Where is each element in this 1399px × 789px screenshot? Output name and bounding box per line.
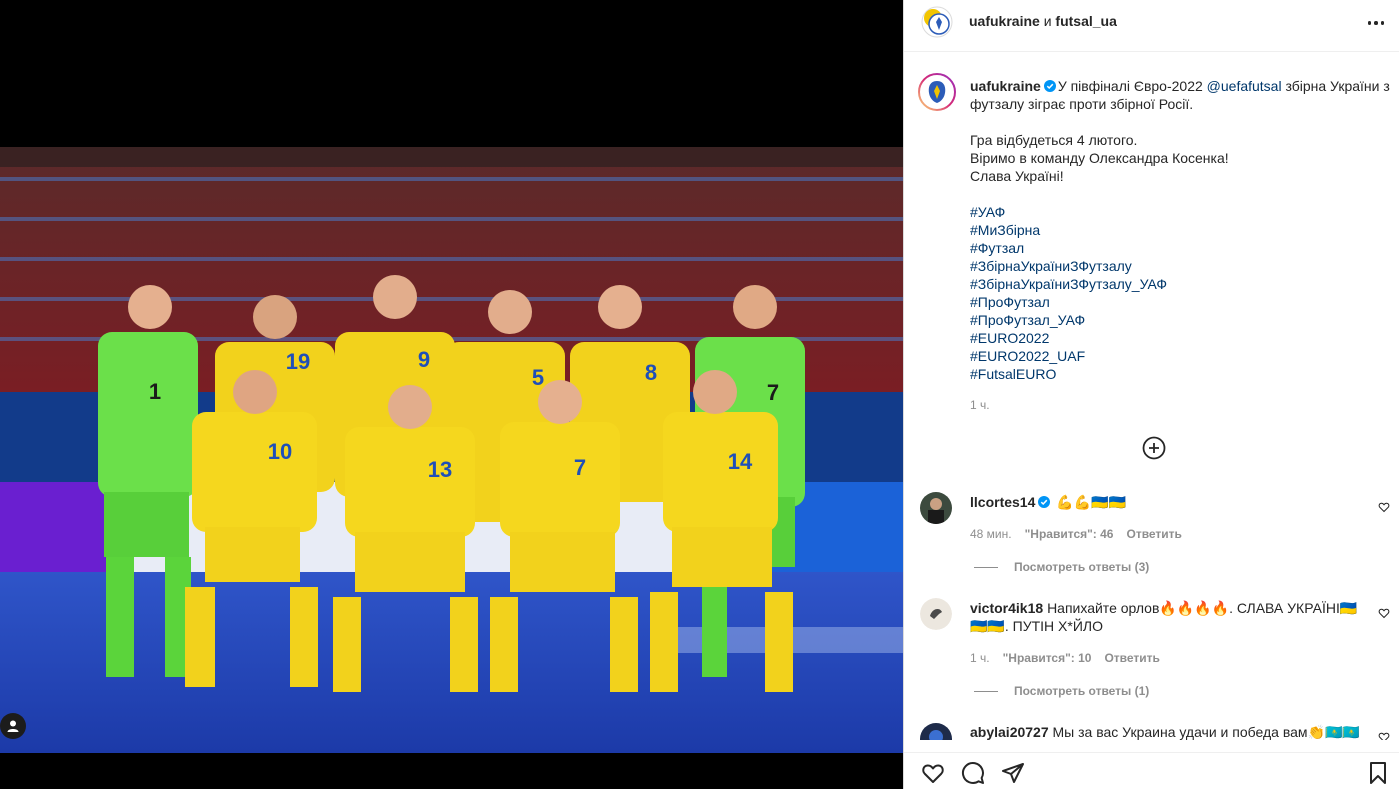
avatar[interactable] [920, 492, 952, 524]
comment-likes[interactable]: "Нравится": 10 [1003, 651, 1092, 665]
comment-text: victor4ik18 Напихайте орлов🔥🔥🔥🔥. СЛАВА У… [970, 599, 1365, 635]
share-paper-plane-icon[interactable] [1001, 761, 1025, 785]
jersey-number: 8 [645, 360, 657, 385]
comment-bubble-icon[interactable] [961, 761, 985, 785]
verified-badge-icon [1043, 80, 1056, 92]
avatar[interactable] [921, 6, 953, 38]
plus-circle-icon [1142, 436, 1166, 460]
save-bookmark-icon[interactable] [1366, 761, 1390, 785]
user-photo-icon [920, 723, 952, 740]
comment-username[interactable]: abylai20727 [970, 724, 1049, 740]
jersey-number: 14 [728, 449, 753, 474]
comment-meta: 1 ч. "Нравится": 10 Ответить [970, 651, 1160, 665]
verified-badge-icon [1038, 496, 1051, 508]
hashtag-link[interactable]: #УАФ [970, 203, 1390, 221]
avatar[interactable] [918, 73, 956, 111]
team-photo-image: 1 19 9 5 8 7 10 13 7 14 [0, 147, 903, 753]
caption-line: Віримо в команду Олександра Косенка! [970, 150, 1229, 166]
post-media: 1 19 9 5 8 7 10 13 7 14 [0, 0, 903, 789]
view-replies-button[interactable]: Посмотреть ответы (3) [974, 560, 1149, 574]
caption-line: Слава Україні! [970, 168, 1064, 184]
view-replies-label: Посмотреть ответы (1) [1014, 684, 1150, 698]
caption-first-paragraph: uafukraine У півфіналі Євро-2022 @uefafut… [970, 77, 1390, 113]
heart-icon[interactable] [1378, 501, 1390, 513]
jersey-number: 7 [767, 380, 779, 405]
hashtag-link[interactable]: #Футзал [970, 239, 1390, 257]
hashtag-link[interactable]: #ПроФутзал [970, 293, 1390, 311]
jersey-number: 19 [286, 349, 310, 374]
user-photo-icon [920, 598, 952, 630]
post-actions-bar [904, 752, 1399, 789]
comment-body: 💪💪🇺🇦🇺🇦 [1056, 494, 1126, 510]
hashtag-link[interactable]: #МиЗбірна [970, 221, 1390, 239]
post-panel: uafukraine и futsal_ua uafukraine У півф… [903, 0, 1399, 789]
jersey-number: 13 [428, 457, 452, 482]
heart-icon[interactable] [1378, 731, 1390, 740]
comment-meta: 48 мин. "Нравится": 46 Ответить [970, 527, 1182, 541]
reply-button[interactable]: Ответить [1126, 527, 1181, 541]
comment-text: llcortes14 💪💪🇺🇦🇺🇦 [970, 493, 1365, 511]
comments-scroll-area[interactable]: uafukraine У півфіналі Євро-2022 @uefafut… [904, 53, 1399, 740]
comment-likes[interactable]: "Нравится": 46 [1025, 527, 1114, 541]
jersey-number: 9 [418, 347, 430, 372]
coauthor-username[interactable]: futsal_ua [1055, 13, 1116, 29]
post-caption: uafukraine У півфіналі Євро-2022 @uefafut… [970, 77, 1390, 383]
user-photo-icon [920, 492, 952, 524]
hashtag-link[interactable]: #ПроФутзал_УАФ [970, 311, 1390, 329]
comment-username[interactable]: victor4ik18 [970, 600, 1043, 616]
post-authors: uafukraine и futsal_ua [969, 13, 1117, 29]
post-header: uafukraine и futsal_ua [904, 0, 1399, 52]
reply-button[interactable]: Ответить [1104, 651, 1159, 665]
hashtag-link[interactable]: #FutsalEURO [970, 365, 1390, 383]
hashtag-link[interactable]: #ЗбірнаУкраїниЗФутзалу [970, 257, 1390, 275]
view-replies-button[interactable]: Посмотреть ответы (1) [974, 684, 1149, 698]
jersey-number: 7 [574, 455, 586, 480]
hashtag-link[interactable]: #ЗбірнаУкраїниЗФутзалу_УАФ [970, 275, 1390, 293]
view-replies-label: Посмотреть ответы (3) [1014, 560, 1150, 574]
uaf-logo-icon [921, 6, 953, 38]
jersey-number: 5 [532, 365, 544, 390]
mention-link[interactable]: @uefafutsal [1207, 78, 1282, 94]
comment-time[interactable]: 1 ч. [970, 651, 990, 665]
jersey-number: 10 [268, 439, 292, 464]
more-options-icon[interactable] [1364, 14, 1388, 32]
load-more-comments-button[interactable] [1142, 436, 1166, 460]
team-photo[interactable]: 1 19 9 5 8 7 10 13 7 14 [0, 147, 903, 753]
caption-username[interactable]: uafukraine [970, 78, 1041, 94]
avatar[interactable] [920, 723, 952, 740]
hashtag-link[interactable]: #EURO2022_UAF [970, 347, 1390, 365]
like-heart-icon[interactable] [921, 761, 945, 785]
jersey-number: 1 [149, 379, 161, 404]
caption-text-start: У півфіналі Євро-2022 [1057, 78, 1207, 94]
comment-time[interactable]: 48 мин. [970, 527, 1012, 541]
story-ring-icon [918, 73, 956, 111]
tagged-users-button[interactable] [0, 713, 26, 739]
user-icon [7, 720, 19, 732]
authors-conjunction: и [1043, 13, 1052, 29]
author-username[interactable]: uafukraine [969, 13, 1040, 29]
comment-text: abylai20727 Мы за вас Украина удачи и по… [970, 723, 1365, 740]
caption-line: Гра відбудеться 4 лютого. [970, 132, 1138, 148]
comment-username[interactable]: llcortes14 [970, 494, 1035, 510]
caption-timestamp[interactable]: 1 ч. [970, 398, 990, 412]
hashtag-link[interactable]: #EURO2022 [970, 329, 1390, 347]
heart-icon[interactable] [1378, 607, 1390, 619]
avatar[interactable] [920, 598, 952, 630]
